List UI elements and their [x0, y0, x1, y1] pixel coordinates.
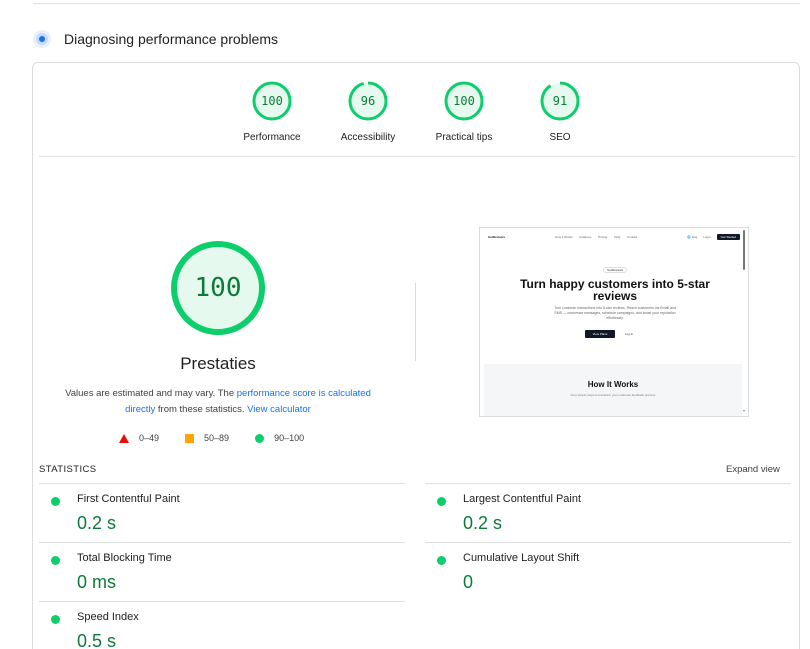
screenshot-section: How It Works Four simple steps to transf…	[484, 364, 742, 416]
view-calculator-link[interactable]: View calculator	[247, 404, 311, 415]
triangle-icon	[119, 433, 129, 443]
screenshot-primary-button: View Plans	[585, 330, 615, 338]
legend-fail-label: 0–49	[139, 433, 160, 443]
metric-value: 0.5 s	[77, 631, 117, 649]
nav-cta: Get Started	[716, 234, 740, 240]
desc-text-mid: from these statistics.	[155, 404, 248, 415]
chevron-down-icon: ▾	[742, 408, 745, 413]
metric-label: Speed Index	[77, 611, 139, 623]
section-title: Diagnosing performance problems	[64, 31, 278, 47]
metric-label: Largest Contentful Paint	[463, 493, 582, 505]
gauge-label: Accessibility	[340, 132, 396, 143]
score-legend: 0–49 50–89 90–100	[119, 433, 330, 443]
score-value: 96	[360, 94, 376, 108]
section-header: Diagnosing performance problems	[33, 28, 278, 50]
screenshot-scrollbar	[743, 230, 745, 270]
metric-value: 0.2 s	[463, 513, 503, 533]
circle-icon	[255, 433, 265, 443]
nav-link: FAQ	[614, 235, 621, 239]
metric-speed-index: Speed Index 0.5 s	[39, 601, 405, 649]
metric-first-contentful-paint: First Contentful Paint 0.2 s	[39, 483, 405, 541]
screenshot-section-sub: Four simple steps to transform your cust…	[570, 393, 656, 397]
metric-largest-contentful-paint: Largest Contentful Paint 0.2 s	[425, 483, 791, 541]
expand-view-toggle[interactable]: Expand view	[726, 464, 780, 475]
gauge-label: SEO	[549, 132, 571, 143]
screenshot-subtext: Turn customer interactions into 5-star r…	[554, 306, 676, 320]
score-value: 100	[261, 94, 283, 108]
score-ring: 96	[348, 81, 388, 121]
metric-value: 0.2 s	[77, 513, 117, 533]
score-value: 91	[552, 94, 568, 108]
nav-lang: 🌐 Eng	[687, 235, 698, 239]
score-ring: 100	[252, 81, 292, 121]
lighthouse-icon	[33, 30, 51, 48]
gauge-accessibility[interactable]: 96 Accessibility	[333, 81, 403, 143]
main-score-value: 100	[194, 273, 242, 303]
screenshot-section-title: How It Works	[587, 380, 639, 389]
screenshot-brand: GetReviews	[488, 235, 506, 239]
legend-fail: 0–49	[119, 433, 159, 443]
nav-login: Login	[703, 235, 711, 239]
metric-value: 0 ms	[77, 572, 117, 592]
nav-link: Features	[579, 235, 592, 239]
metric-total-blocking-time: Total Blocking Time 0 ms	[39, 542, 405, 600]
gauge-label: Practical tips	[435, 132, 493, 143]
gauge-label: Performance	[243, 132, 301, 143]
legend-average: 50–89	[185, 433, 229, 443]
desc-text: Values are estimated and may vary. The	[65, 388, 237, 399]
screenshot-secondary-button: Log In	[624, 332, 634, 336]
pass-circle-icon	[51, 556, 60, 565]
nav-link: How it Works	[555, 235, 573, 239]
screenshot-headline: Turn happy customers into 5-star reviews	[520, 277, 710, 303]
pass-circle-icon	[51, 497, 60, 506]
screenshot-nav-links: How it Works Features Pricing FAQ Contac…	[555, 235, 643, 239]
score-ring: 100	[444, 81, 484, 121]
gauge-practical-tips[interactable]: 100 Practical tips	[429, 81, 499, 143]
nav-link: Contact	[627, 235, 638, 239]
top-divider	[33, 3, 800, 4]
pass-circle-icon	[437, 556, 446, 565]
metric-label: First Contentful Paint	[77, 493, 180, 505]
statistics-heading: STATISTICS	[39, 464, 97, 475]
main-gauge-title: Prestaties	[180, 354, 256, 373]
gauge-seo[interactable]: 91 SEO	[525, 81, 595, 143]
pass-circle-icon	[437, 497, 446, 506]
pass-circle-icon	[51, 615, 60, 624]
screenshot-nav-right: 🌐 Eng Login Get Started	[681, 234, 740, 240]
nav-link: Pricing	[598, 235, 608, 239]
category-gauges: 100 Performance 96 Accessibility 100 Pra…	[33, 81, 799, 151]
score-ring: 91	[540, 81, 580, 121]
screenshot-badge: GetReviews	[603, 267, 628, 273]
metric-label: Total Blocking Time	[77, 552, 172, 564]
page-screenshot[interactable]: GetReviews How it Works Features Pricing…	[479, 227, 749, 417]
legend-average-label: 50–89	[204, 433, 230, 443]
legend-pass: 90–100	[255, 433, 304, 443]
gauge-performance[interactable]: 100 Performance	[237, 81, 307, 143]
metric-cumulative-layout-shift: Cumulative Layout Shift 0	[425, 542, 791, 600]
performance-main-gauge: 100	[169, 239, 267, 337]
report-card: 100 Performance 96 Accessibility 100 Pra…	[32, 62, 800, 649]
metric-label: Cumulative Layout Shift	[463, 552, 580, 564]
metric-value: 0	[463, 572, 474, 592]
gauges-divider	[39, 156, 795, 157]
score-description: Values are estimated and may vary. The p…	[58, 386, 378, 418]
vertical-divider	[415, 283, 416, 361]
legend-pass-label: 90–100	[274, 433, 305, 443]
square-icon	[185, 433, 195, 443]
score-value: 100	[453, 94, 475, 108]
screenshot-nav: GetReviews How it Works Features Pricing…	[480, 228, 748, 246]
